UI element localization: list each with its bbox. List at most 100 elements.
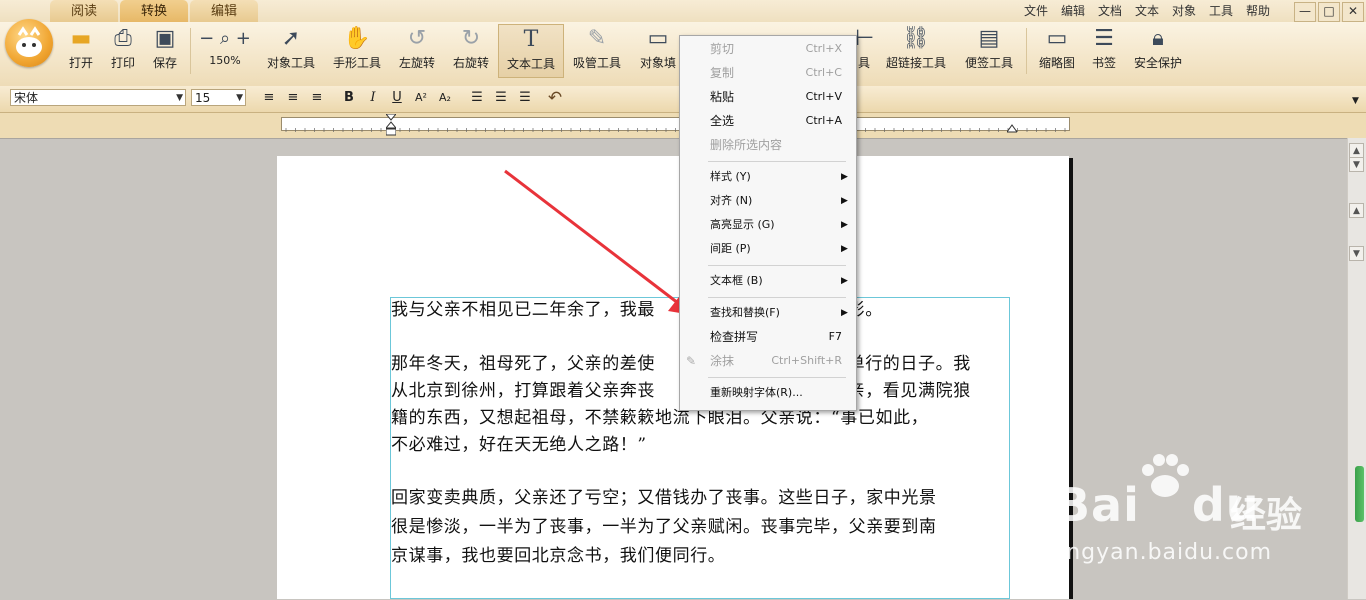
note-tool-button[interactable]: ▤ 便签工具 — [962, 24, 1016, 76]
fill-icon: ▭ — [647, 26, 669, 51]
menu-item-spacing[interactable]: 间距 (P) — [710, 239, 751, 259]
maximize-button[interactable]: □ — [1318, 2, 1340, 22]
page-up-button[interactable]: ▲ — [1349, 203, 1364, 218]
menu-text[interactable]: 文本 — [1135, 2, 1159, 19]
horizontal-ruler[interactable] — [281, 117, 1070, 132]
text-tool-button[interactable]: T 文本工具 — [498, 24, 564, 78]
menu-item-paste[interactable]: 粘贴 — [710, 87, 734, 107]
tab-read[interactable]: 阅读 — [50, 0, 118, 22]
bold-button[interactable]: B — [340, 89, 358, 107]
menu-item-delete-selected[interactable]: 删除所选内容 — [710, 135, 782, 155]
menu-item-remap-font[interactable]: 重新映射字体(R)... — [710, 383, 803, 403]
submenu-arrow-icon: ▶ — [841, 220, 848, 230]
rotate-right-icon: ↻ — [461, 26, 481, 51]
scroll-down-button[interactable]: ▼ — [1349, 157, 1364, 172]
thumbnail-icon: ▭ — [1046, 26, 1068, 51]
scroll-thumb[interactable] — [1355, 466, 1364, 522]
align-center-button[interactable]: ≡ — [284, 89, 302, 107]
undo-icon[interactable]: ↶ — [546, 89, 564, 107]
menu-separator — [708, 377, 846, 378]
shortcut-paste: Ctrl+V — [805, 90, 842, 103]
menu-item-select-all[interactable]: 全选 — [710, 111, 734, 131]
menu-item-cut[interactable]: 剪切 — [710, 39, 734, 59]
font-size-select[interactable]: 15 ▼ — [191, 89, 246, 106]
tab-edit[interactable]: 编辑 — [190, 0, 258, 22]
menu-file[interactable]: 文件 — [1024, 2, 1048, 19]
toolbar-overflow-icon[interactable]: ▼ — [1352, 96, 1359, 106]
floppy-icon: ▣ — [154, 26, 176, 51]
hidden-tool-button[interactable]: ⊢ 具 — [855, 24, 875, 76]
eyedropper-icon: ✎ — [587, 26, 607, 51]
text-line: 京谋事，我也要回北京念书，我们便同行。 — [391, 546, 726, 566]
paragraph-3[interactable]: 回家变卖典质，父亲还了亏空；又借钱办了丧事。这些日子，家中光景 很是惨淡，一半为… — [391, 484, 1011, 571]
rotate-right-button[interactable]: ↻ 右旋转 — [450, 24, 492, 76]
paragraph-spacing-button[interactable]: ☰ — [492, 89, 510, 107]
eyedropper-tool-button[interactable]: ✎ 吸管工具 — [570, 24, 624, 76]
zoom-group: − ⌕ + 150% — [194, 24, 256, 76]
hyperlink-tool-button[interactable]: ⛓ 超链接工具 — [884, 24, 948, 76]
close-button[interactable]: ✕ — [1342, 2, 1364, 22]
app-logo[interactable] — [5, 19, 53, 67]
tool-icon: ⊢ — [855, 26, 875, 51]
submenu-arrow-icon: ▶ — [841, 196, 848, 206]
magnifier-icon[interactable]: ⌕ — [220, 28, 230, 49]
italic-button[interactable]: I — [364, 89, 382, 107]
object-tool-button[interactable]: ➚ 对象工具 — [264, 24, 318, 76]
menu-separator — [708, 297, 846, 298]
tab-convert[interactable]: 转换 — [120, 0, 188, 22]
ruler-ticks — [285, 128, 1066, 132]
scroll-up-button[interactable]: ▲ — [1349, 143, 1364, 158]
bookmark-button[interactable]: ☰ 书签 — [1088, 24, 1120, 76]
menu-separator — [708, 161, 846, 162]
font-family-select[interactable]: 宋体 ▼ — [10, 89, 186, 106]
submenu-arrow-icon: ▶ — [841, 276, 848, 286]
menu-item-copy[interactable]: 复制 — [710, 63, 734, 83]
menu-item-find-replace[interactable]: 查找和替换(F) — [710, 303, 780, 323]
print-button[interactable]: ⎙ 打印 — [104, 24, 142, 76]
menu-item-highlight[interactable]: 高亮显示 (G) — [710, 215, 775, 235]
menu-item-smear[interactable]: 涂抹 — [710, 351, 734, 371]
underline-button[interactable]: U — [388, 89, 406, 107]
submenu-arrow-icon: ▶ — [841, 244, 848, 254]
menu-item-spellcheck[interactable]: 检查拼写 — [710, 327, 758, 347]
text-line: 不必难过，好在天无绝人之路！” — [391, 435, 647, 455]
security-button[interactable]: 🔒︎ 安全保护 — [1130, 24, 1186, 76]
align-left-button[interactable]: ≡ — [260, 89, 278, 107]
menu-edit[interactable]: 编辑 — [1061, 2, 1085, 19]
superscript-button[interactable]: A² — [412, 89, 430, 107]
rotate-left-icon: ↺ — [407, 26, 427, 51]
zoom-out-button[interactable]: − — [199, 28, 214, 49]
right-indent-marker[interactable] — [1006, 122, 1018, 133]
hand-icon: ✋ — [343, 26, 371, 51]
page-down-button[interactable]: ▼ — [1349, 246, 1364, 261]
menu-object[interactable]: 对象 — [1172, 2, 1196, 19]
shortcut-copy: Ctrl+C — [805, 66, 842, 79]
menu-item-textbox[interactable]: 文本框 (B) — [710, 271, 763, 291]
hand-tool-button[interactable]: ✋ 手形工具 — [330, 24, 384, 76]
subscript-button[interactable]: A₂ — [436, 89, 454, 107]
minimize-button[interactable]: — — [1294, 2, 1316, 22]
bookmark-list-icon: ☰ — [1094, 26, 1114, 51]
menu-item-style[interactable]: 样式 (Y) — [710, 167, 751, 187]
save-button[interactable]: ▣ 保存 — [146, 24, 184, 76]
menu-item-align[interactable]: 对齐 (N) — [710, 191, 752, 211]
chevron-down-icon: ▼ — [236, 93, 243, 103]
shortcut-smear: Ctrl+Shift+R — [771, 354, 842, 367]
zoom-in-button[interactable]: + — [236, 28, 251, 49]
open-button[interactable]: ▬ 打开 — [62, 24, 100, 76]
line-spacing-button[interactable]: ☰ — [468, 89, 486, 107]
shortcut-cut: Ctrl+X — [805, 42, 842, 55]
submenu-arrow-icon: ▶ — [841, 308, 848, 318]
rotate-left-button[interactable]: ↺ 左旋转 — [396, 24, 438, 76]
menu-tools[interactable]: 工具 — [1209, 2, 1233, 19]
thumbnail-button[interactable]: ▭ 缩略图 — [1036, 24, 1078, 76]
text-line: 回家变卖典质，父亲还了亏空；又借钱办了丧事。这些日子，家中光景 — [391, 488, 937, 508]
text-line: 很是惨淡，一半为了丧事，一半为了父亲赋闲。丧事完毕，父亲要到南 — [391, 517, 937, 537]
indent-button[interactable]: ☰ — [516, 89, 534, 107]
align-right-button[interactable]: ≡ — [308, 89, 326, 107]
zoom-level[interactable]: 150% — [194, 54, 256, 67]
menu-document[interactable]: 文档 — [1098, 2, 1122, 19]
indent-marker[interactable] — [384, 113, 398, 136]
menu-help[interactable]: 帮助 — [1246, 2, 1270, 19]
object-fill-button[interactable]: ▭ 对象填 — [636, 24, 680, 76]
